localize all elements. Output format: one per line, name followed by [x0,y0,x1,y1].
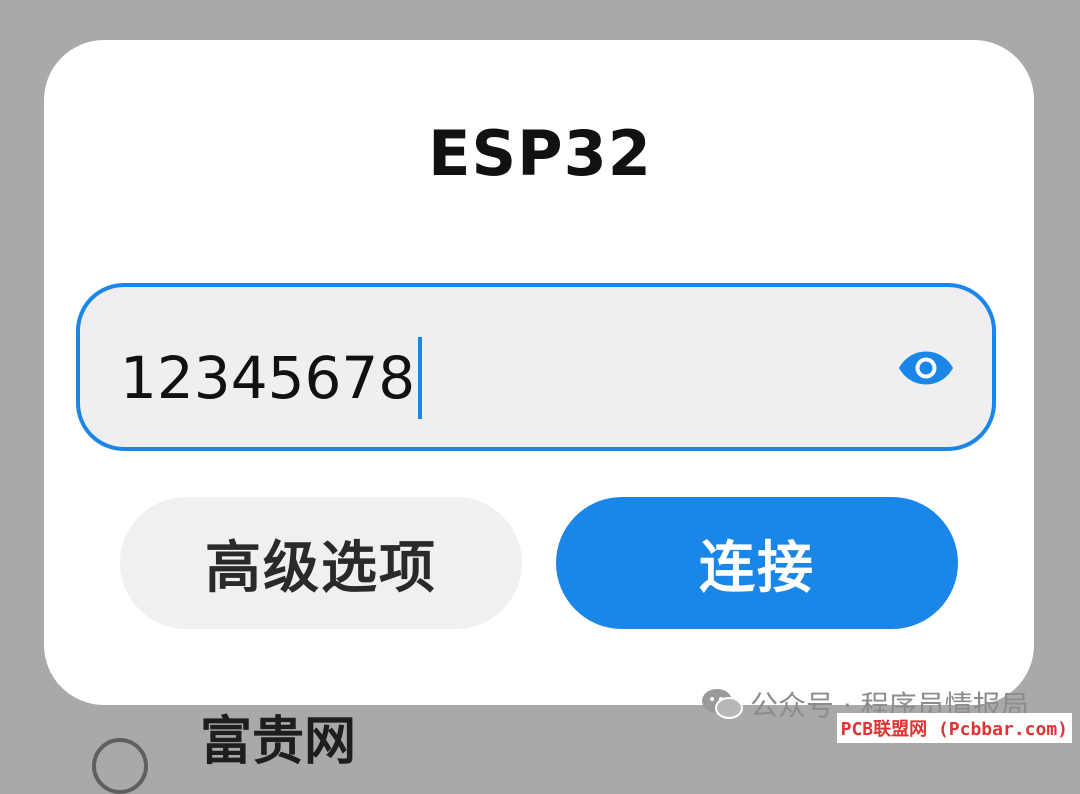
text-caret [418,337,423,419]
eye-icon[interactable] [897,349,955,387]
wifi-icon [92,738,148,794]
advanced-options-button[interactable]: 高级选项 [120,497,522,629]
password-input[interactable]: 12345678 [76,283,996,451]
connect-button[interactable]: 连接 [556,497,958,629]
password-value: 12345678 [120,344,416,412]
brand-watermark: PCB联盟网 (Pcbbar.com) [836,713,1072,743]
background-network-name: 富贵网 [200,712,357,772]
password-text-wrap: 12345678 [120,337,423,419]
wechat-icon [702,689,743,719]
dialog-title: ESP32 [428,117,652,190]
